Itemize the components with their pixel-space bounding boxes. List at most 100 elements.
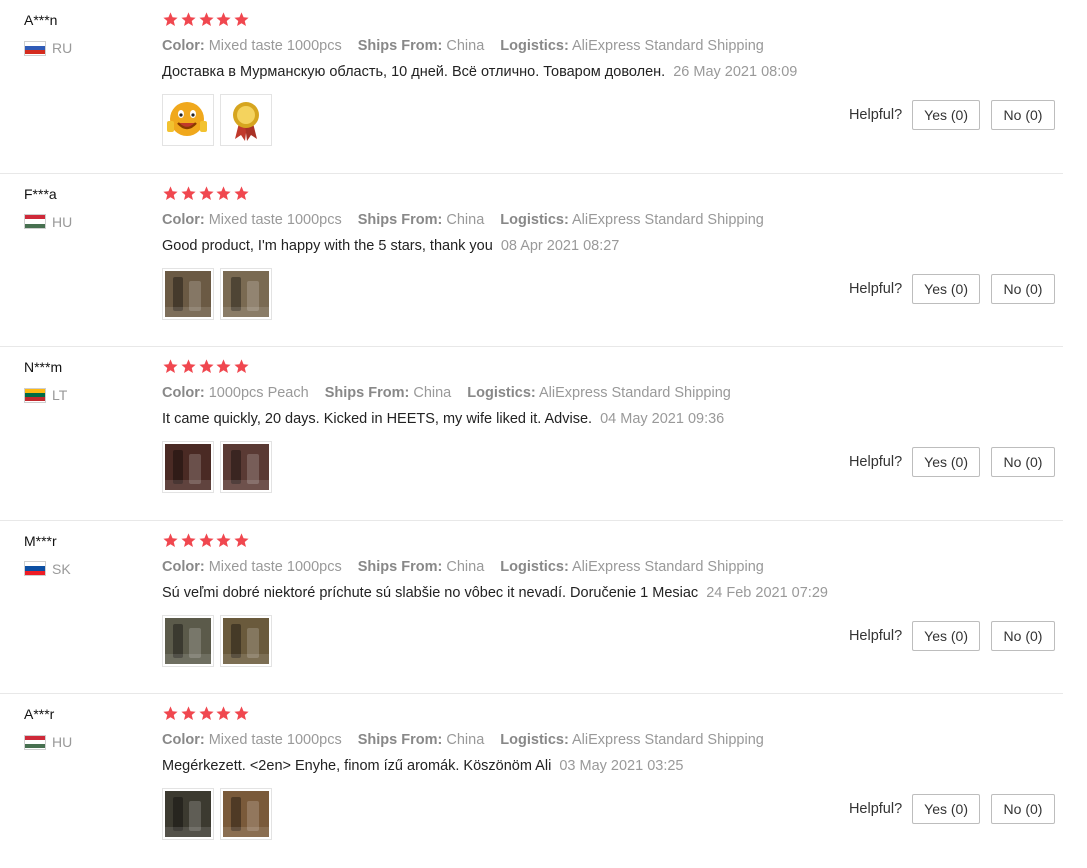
country-flag-icon	[24, 561, 46, 576]
reviewer-name: A***n	[24, 12, 58, 28]
review-photo-thumbnail[interactable]	[220, 94, 272, 146]
color-value: 1000pcs Peach	[208, 385, 309, 401]
review-photo-thumbnail[interactable]	[162, 267, 214, 320]
logistics-label: Logistics:	[500, 732, 569, 748]
review-text: Sú veľmi dobré niektoré príchute sú slab…	[162, 584, 699, 601]
logistics: Logistics: AliExpress Standard Shipping	[500, 38, 764, 54]
review-date: 03 May 2021 03:25	[559, 758, 684, 774]
review-photo-thumbnail[interactable]	[162, 94, 214, 146]
review-text: It came quickly, 20 days. Kicked in HEET…	[162, 411, 593, 427]
review-item: A***n RU Color: Mixed taste 1000pcs Ship…	[0, 0, 1063, 174]
helpful-yes-button[interactable]: Yes (0)	[912, 794, 980, 824]
feedback-list: A***n RU Color: Mixed taste 1000pcs Ship…	[0, 0, 1087, 868]
ships-from-value: China	[446, 558, 485, 575]
helpful-vote: Helpful? Yes (0) No (0)	[849, 100, 1055, 130]
review-date: 24 Feb 2021 07:29	[706, 584, 828, 601]
helpful-no-button[interactable]: No (0)	[991, 447, 1055, 477]
star-icon	[199, 359, 214, 374]
country-code: HU	[52, 213, 73, 230]
reviewer-country: HU	[24, 734, 72, 750]
review-text: Megérkezett. <2en> Enyhe, finom ízű arom…	[162, 758, 552, 774]
logistics-value: AliExpress Standard Shipping	[572, 38, 764, 54]
reviewer-name: M***r	[24, 532, 57, 549]
smiley-thumbs-up-emoji-icon	[167, 102, 207, 136]
review-date: 04 May 2021 09:36	[600, 411, 725, 427]
ships-from-value: China	[446, 211, 485, 228]
product-photo-icon	[165, 270, 211, 317]
star-icon	[216, 532, 231, 547]
review-photos	[162, 614, 278, 667]
ships-from-value: China	[446, 732, 485, 748]
helpful-no-button[interactable]: No (0)	[991, 273, 1055, 304]
helpful-label: Helpful?	[848, 454, 903, 470]
logistics-value: AliExpress Standard Shipping	[572, 211, 764, 228]
helpful-vote: Helpful? Yes (0) No (0)	[849, 620, 1055, 651]
product-photo-icon	[165, 791, 211, 837]
review-photos	[162, 788, 278, 840]
star-icon	[199, 706, 214, 721]
product-photo-icon	[223, 791, 269, 837]
sku-color: Color: Mixed taste 1000pcs	[162, 559, 342, 575]
review-photos	[162, 94, 278, 146]
helpful-yes-button[interactable]: Yes (0)	[912, 447, 980, 477]
helpful-yes-button[interactable]: Yes (0)	[912, 620, 980, 651]
review-photo-thumbnail[interactable]	[162, 788, 214, 840]
star-icon	[181, 706, 196, 721]
color-label: Color:	[162, 38, 205, 54]
reviewer-country: HU	[24, 214, 72, 230]
review-photos	[162, 441, 278, 493]
helpful-no-button[interactable]: No (0)	[991, 620, 1055, 651]
product-photo-icon	[165, 444, 211, 490]
sku-color: Color: 1000pcs Peach	[162, 385, 309, 401]
product-photo-icon	[223, 270, 269, 317]
helpful-no-button[interactable]: No (0)	[991, 100, 1055, 130]
logistics-label: Logistics:	[500, 38, 569, 54]
star-icon	[216, 185, 231, 200]
product-photo-icon	[223, 444, 269, 490]
logistics-value: AliExpress Standard Shipping	[538, 385, 731, 401]
review-photo-thumbnail[interactable]	[220, 614, 272, 667]
review-meta: Color: Mixed taste 1000pcs Ships From: C…	[162, 732, 776, 748]
logistics-value: AliExpress Standard Shipping	[572, 558, 764, 575]
star-icon	[199, 185, 214, 200]
country-flag-icon	[24, 40, 46, 56]
star-icon	[234, 532, 249, 547]
review-content: Good product, I'm happy with the 5 stars…	[162, 238, 619, 254]
review-photos	[162, 267, 278, 320]
helpful-vote: Helpful? Yes (0) No (0)	[849, 273, 1055, 304]
review-text: Good product, I'm happy with the 5 stars…	[162, 237, 493, 254]
helpful-yes-button[interactable]: Yes (0)	[912, 273, 980, 304]
ships-from: Ships From: China	[358, 212, 485, 228]
ships-from-label: Ships From:	[357, 38, 443, 54]
helpful-label: Helpful?	[848, 801, 903, 817]
review-content: Megérkezett. <2en> Enyhe, finom ízű arom…	[162, 758, 683, 774]
helpful-no-button[interactable]: No (0)	[991, 794, 1055, 824]
review-photo-thumbnail[interactable]	[220, 441, 272, 493]
review-photo-thumbnail[interactable]	[162, 614, 214, 667]
review-meta: Color: Mixed taste 1000pcs Ships From: C…	[162, 38, 776, 54]
star-icon	[234, 359, 249, 374]
helpful-yes-button[interactable]: Yes (0)	[912, 100, 980, 130]
star-icon	[181, 12, 196, 27]
color-value: Mixed taste 1000pcs	[208, 732, 342, 748]
logistics: Logistics: AliExpress Standard Shipping	[500, 732, 764, 748]
color-value: Mixed taste 1000pcs	[208, 211, 342, 228]
review-content: Доставка в Мурманскую область, 10 дней. …	[162, 64, 797, 80]
color-value: Mixed taste 1000pcs	[208, 38, 342, 54]
country-code: LT	[52, 387, 68, 403]
logistics: Logistics: AliExpress Standard Shipping	[467, 385, 731, 401]
review-photo-thumbnail[interactable]	[162, 441, 214, 493]
sku-color: Color: Mixed taste 1000pcs	[162, 212, 342, 228]
review-photo-thumbnail[interactable]	[220, 267, 272, 320]
country-flag-icon	[24, 387, 46, 403]
product-photo-icon	[223, 617, 269, 664]
star-icon	[163, 706, 178, 721]
star-icon	[199, 12, 214, 27]
review-photo-thumbnail[interactable]	[220, 788, 272, 840]
ships-from-label: Ships From:	[324, 385, 410, 401]
reviewer-name: A***r	[24, 706, 55, 722]
helpful-vote: Helpful? Yes (0) No (0)	[849, 794, 1055, 824]
star-rating	[162, 185, 251, 202]
reviewer-country: LT	[24, 387, 67, 403]
star-icon	[163, 185, 178, 200]
